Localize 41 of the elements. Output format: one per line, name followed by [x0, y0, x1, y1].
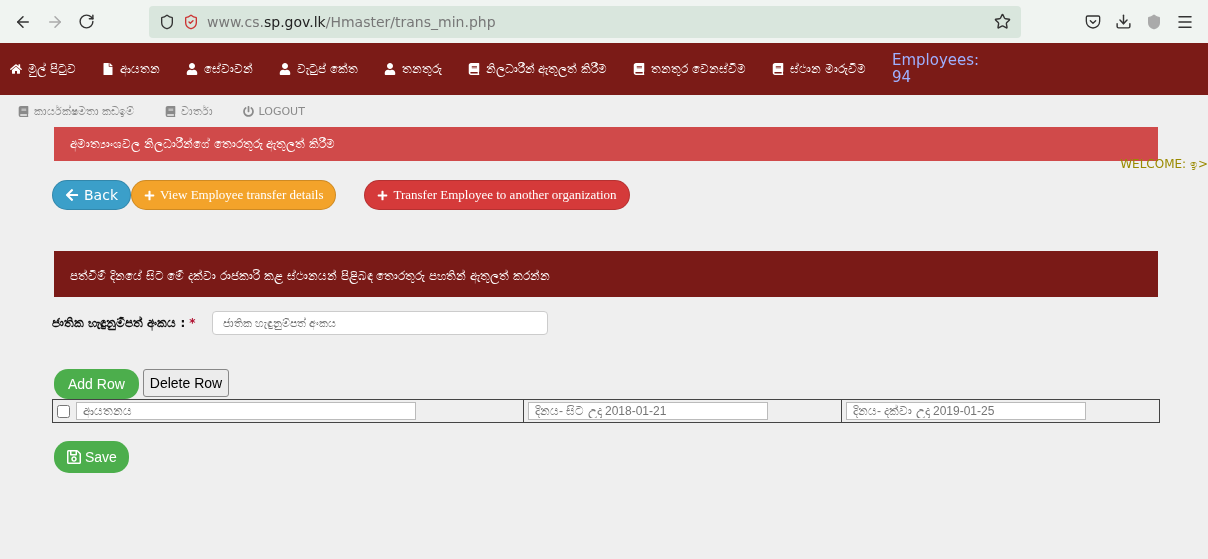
nav-link[interactable]: මුල් පිටුව — [10, 62, 76, 76]
section-banner: පත්වීම් දිනයේ සිට මේ දක්වා රාජකාරි කළ ස්ථානයන් පිළිබඳ තොරතුරු පහතින් ඇතුලත් කරන්න — [54, 251, 1158, 297]
plus-icon — [144, 189, 155, 201]
nav-link[interactable]: වැටුප් කේත — [278, 62, 358, 76]
user-icon — [383, 63, 396, 75]
nav-link[interactable]: නිලධාරීන් ඇතුලත් කිරීම — [467, 62, 608, 76]
plus-icon — [377, 189, 389, 201]
arrow-left-icon — [65, 188, 79, 202]
star-icon[interactable] — [994, 13, 1011, 30]
user-icon — [278, 63, 291, 75]
nav-link[interactable]: තනතුරු — [383, 62, 442, 76]
book-icon — [164, 105, 176, 117]
required-mark: * — [189, 316, 196, 330]
delete-row-button[interactable]: Delete Row — [142, 369, 230, 397]
book-icon — [633, 63, 646, 75]
shield-icon — [159, 13, 175, 30]
nav-link[interactable]: සේවාවන් — [185, 62, 253, 76]
url-text: www.cs.sp.gov.lk/Hmaster/trans_min.php — [207, 13, 497, 30]
download-icon[interactable] — [1115, 13, 1132, 30]
book-icon — [772, 63, 785, 75]
institution-input-field[interactable]: ආයතනය — [76, 402, 416, 420]
transfer-button[interactable]: Transfer Employee to another organization — [364, 180, 630, 210]
nav-link[interactable]: ආයතන — [101, 62, 160, 76]
home-icon — [10, 63, 22, 75]
pocket-icon[interactable] — [1085, 13, 1101, 30]
nav-link[interactable]: තනතුර වෙනස්වීම — [633, 62, 747, 76]
power-icon — [242, 105, 254, 117]
field-label: ජාතික හැඳුනුම්පත් අංකය : — [52, 316, 186, 330]
address-bar[interactable]: www.cs.sp.gov.lk/Hmaster/trans_min.php — [149, 5, 1021, 38]
nav-link[interactable]: ස්ථාන මාරුවීම — [772, 62, 866, 76]
employee-count: Employees: 94 — [891, 52, 978, 86]
row-checkbox[interactable] — [57, 404, 70, 418]
to-date-input-field[interactable]: දිනය- දක්වා උදා 2019-01-25 — [846, 402, 1086, 420]
book-icon — [18, 105, 29, 117]
file-icon — [101, 63, 114, 75]
from-date-input-field[interactable]: දිනය- සිට උදා 2018-01-21 — [528, 402, 768, 420]
nic-input-field[interactable]: ජාතික හැඳුනුම්පත් අංකය — [211, 311, 548, 335]
user-icon — [185, 63, 198, 75]
reload-icon[interactable] — [78, 13, 95, 30]
book-icon — [467, 63, 480, 75]
save-icon — [66, 449, 82, 465]
